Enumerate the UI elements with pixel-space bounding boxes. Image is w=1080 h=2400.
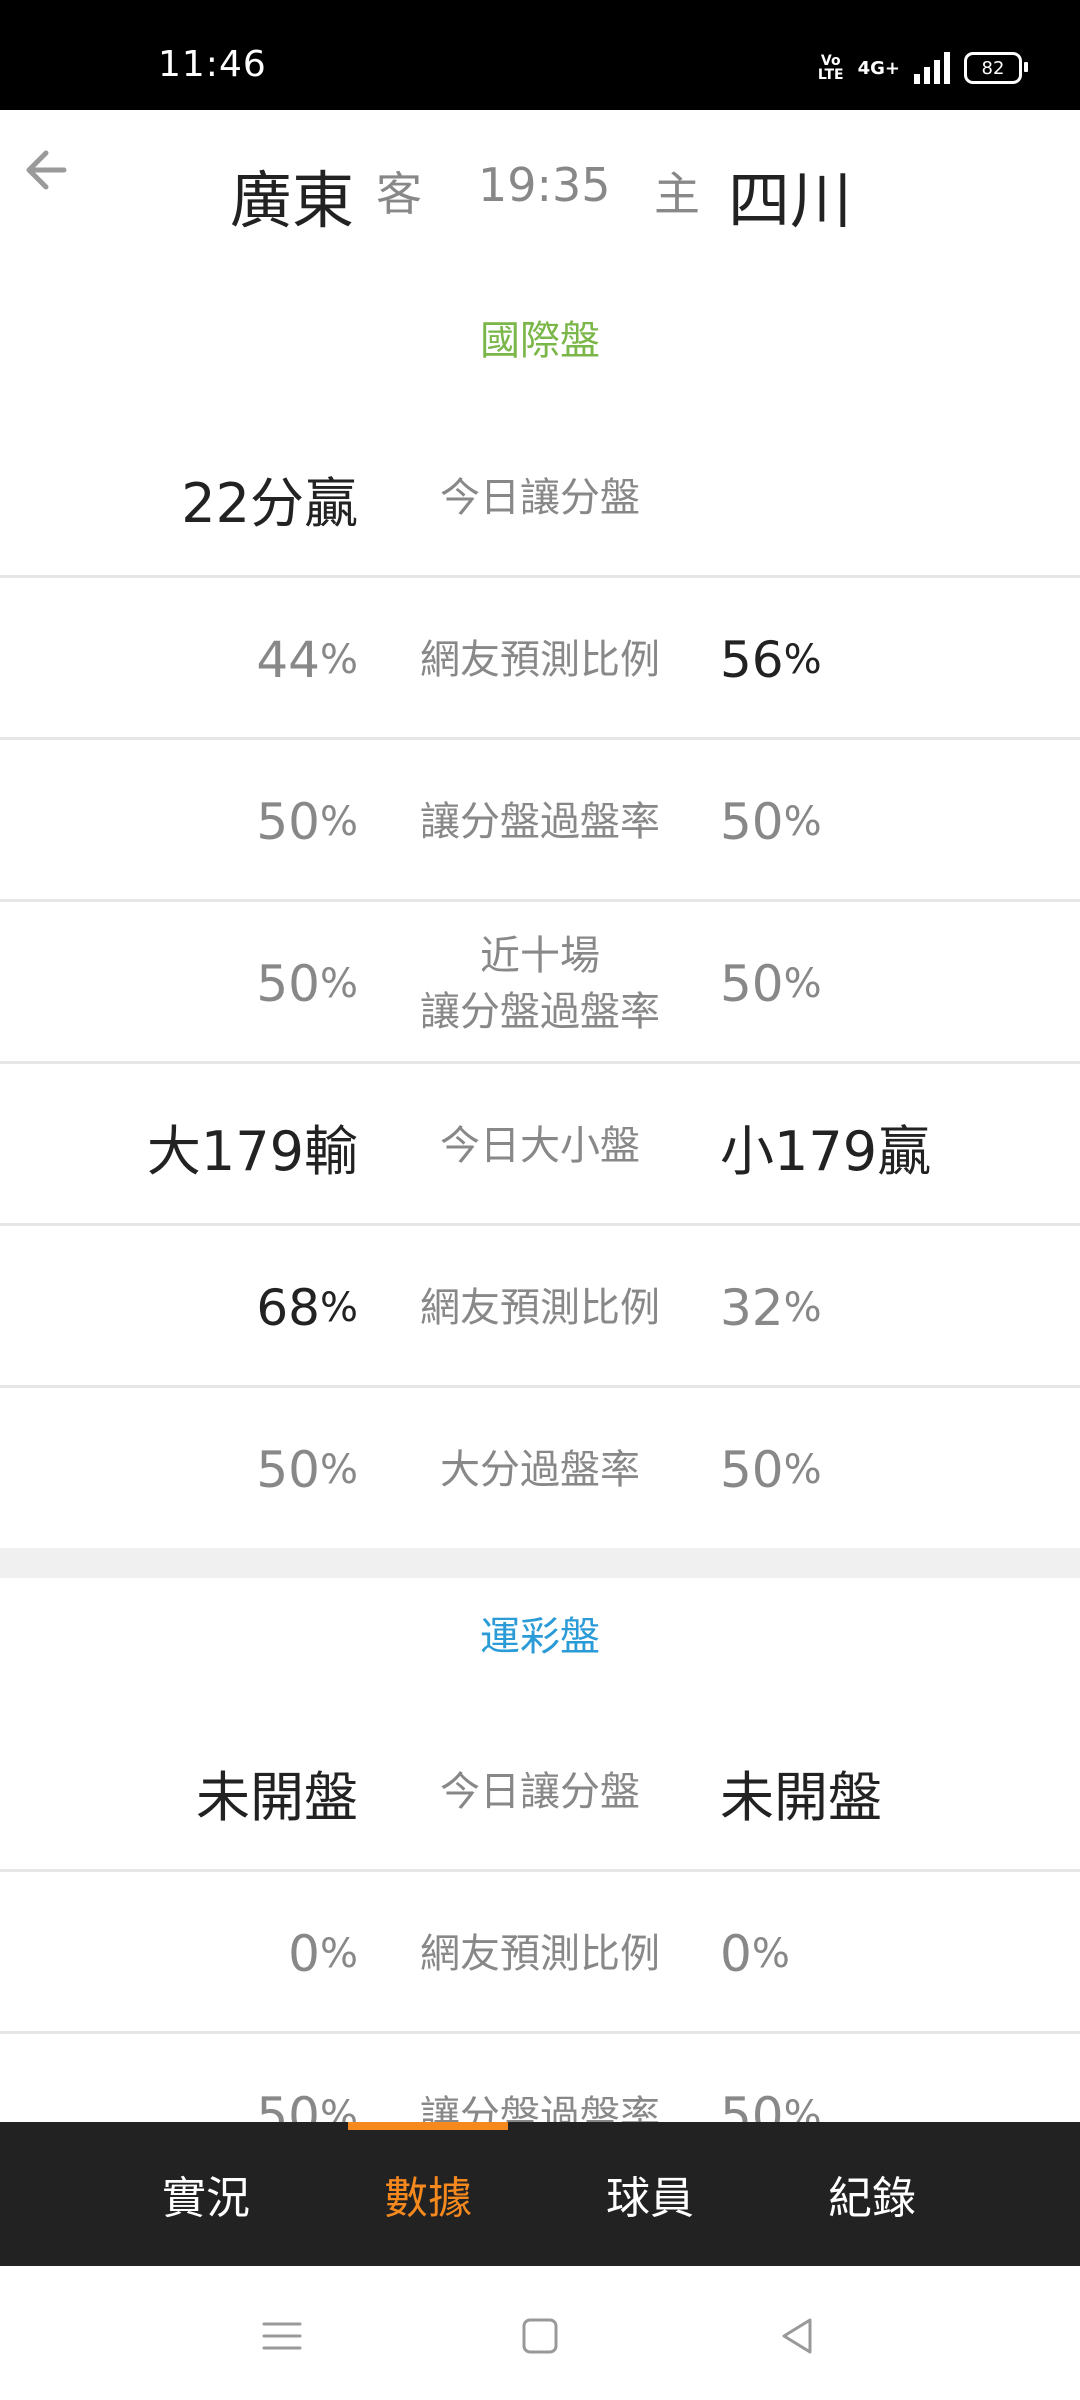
percent-sign: %	[783, 1447, 822, 1493]
value-number: 0	[288, 1925, 320, 1983]
status-icons: Vo LTE 4G+ 82	[817, 48, 1028, 88]
value-number: 32	[720, 1279, 784, 1337]
battery-level: 82	[981, 57, 1005, 79]
row-label: 網友預測比例	[420, 637, 660, 683]
percent-sign: %	[783, 961, 822, 1007]
row-label: 讓分盤過盤率	[420, 799, 660, 845]
value-number: 50	[256, 1441, 320, 1499]
percent-sign: %	[783, 799, 822, 845]
arrow-left-icon	[26, 150, 67, 190]
percent-sign: %	[319, 799, 358, 845]
away-value: 68%	[256, 1228, 358, 1388]
bottom-tab-bar: 實況 數據 球員 紀錄	[0, 2122, 1080, 2266]
tab-live[interactable]: 實況	[106, 2122, 306, 2266]
away-value: 50%	[256, 904, 358, 1064]
value-number: 68	[256, 1279, 320, 1337]
intl-section-title: 國際盤	[480, 318, 600, 364]
row-label: 今日讓分盤	[440, 475, 640, 521]
status-time: 11:46	[158, 44, 267, 85]
home-value: 0%	[720, 1874, 790, 2034]
value-number: 50	[256, 793, 320, 851]
row-label: 大分過盤率	[440, 1447, 640, 1493]
tab-stats[interactable]: 數據	[328, 2122, 528, 2266]
home-tag: 主	[654, 167, 700, 221]
intl-row-over-rate: 50% 大分過盤率 50%	[0, 1390, 1080, 1550]
away-value: 0%	[288, 1874, 358, 2034]
menu-button[interactable]	[252, 2306, 312, 2366]
sports-section-title: 運彩盤	[480, 1614, 600, 1660]
signal-icon	[914, 52, 950, 84]
value-number: 0	[720, 1925, 752, 1983]
home-value: 50%	[720, 904, 822, 1064]
menu-icon	[262, 2322, 302, 2350]
row-label: 今日讓分盤	[440, 1769, 640, 1815]
away-value: 50%	[256, 1390, 358, 1550]
value-number: 50	[720, 793, 784, 851]
row-label: 網友預測比例	[420, 1931, 660, 1977]
intl-row-prediction: 44% 網友預測比例 56%	[0, 580, 1080, 740]
home-value: 50%	[720, 1390, 822, 1550]
match-header: 廣東 客 19:35 主 四川	[0, 110, 1080, 260]
back-button[interactable]	[20, 140, 80, 200]
home-button[interactable]	[510, 2306, 570, 2366]
percent-sign: %	[751, 1931, 790, 1977]
network-type: 4G+	[857, 57, 900, 79]
percent-sign: %	[783, 1285, 822, 1331]
value-number: 44	[256, 631, 320, 689]
percent-sign: %	[319, 1285, 358, 1331]
tab-players[interactable]: 球員	[550, 2122, 750, 2266]
away-value: 22分贏	[181, 471, 358, 535]
section-divider	[0, 1548, 1080, 1578]
row-label: 網友預測比例	[420, 1285, 660, 1331]
percent-sign: %	[319, 1447, 358, 1493]
row-label: 近十場 讓分盤過盤率	[380, 904, 700, 1064]
value-number: 50	[256, 955, 320, 1013]
away-tag: 客	[376, 167, 422, 221]
intl-row-last10: 50% 近十場 讓分盤過盤率 50%	[0, 904, 1080, 1064]
row-label-line1: 近十場	[480, 933, 600, 979]
home-value: 56%	[720, 580, 822, 740]
square-icon	[522, 2318, 558, 2354]
value-number: 56	[720, 631, 784, 689]
match-time: 19:35	[478, 158, 611, 212]
percent-sign: %	[783, 637, 822, 683]
away-value: 50%	[256, 742, 358, 902]
status-bar: 11:46 Vo LTE 4G+ 82	[0, 0, 1080, 110]
away-team-name: 廣東	[230, 164, 355, 237]
sports-row-prediction: 0% 網友預測比例 0%	[0, 1874, 1080, 2034]
away-value: 大179輸	[146, 1119, 358, 1183]
home-value: 32%	[720, 1228, 822, 1388]
row-label: 今日大小盤	[440, 1123, 640, 1169]
home-value: 50%	[720, 742, 822, 902]
home-value: 小179贏	[720, 1119, 932, 1183]
home-value: 未開盤	[720, 1765, 882, 1829]
percent-sign: %	[319, 637, 358, 683]
away-value: 未開盤	[196, 1765, 358, 1829]
tab-records[interactable]: 紀錄	[772, 2122, 972, 2266]
intl-row-over-under: 大179輸 今日大小盤 小179贏	[0, 1066, 1080, 1226]
back-nav-button[interactable]	[768, 2306, 828, 2366]
row-label-line2: 讓分盤過盤率	[420, 989, 660, 1035]
value-number: 50	[720, 1441, 784, 1499]
percent-sign: %	[319, 1931, 358, 1977]
value-number: 50	[720, 955, 784, 1013]
percent-sign: %	[319, 961, 358, 1007]
away-value: 44%	[256, 580, 358, 740]
intl-row-handicap: 22分贏 今日讓分盤	[0, 418, 1080, 578]
home-team-name: 四川	[728, 164, 853, 237]
battery-icon: 82	[964, 52, 1028, 84]
volte-icon: Vo LTE	[817, 53, 844, 83]
triangle-back-icon	[782, 2318, 812, 2354]
intl-row-cover-rate: 50% 讓分盤過盤率 50%	[0, 742, 1080, 902]
intl-row-ou-prediction: 68% 網友預測比例 32%	[0, 1228, 1080, 1388]
system-nav-bar	[0, 2266, 1080, 2400]
sports-row-handicap: 未開盤 今日讓分盤 未開盤	[0, 1712, 1080, 1872]
